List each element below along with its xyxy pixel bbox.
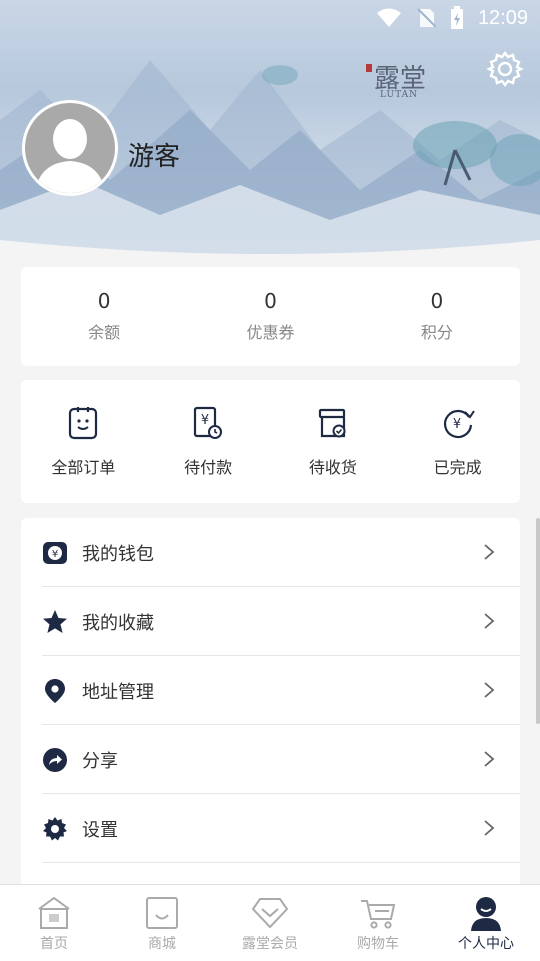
- stat-value: 0: [430, 289, 444, 313]
- wifi-icon: [376, 8, 401, 27]
- menu-item-label: 我的钱包: [82, 544, 154, 565]
- brand-seal: [366, 64, 372, 72]
- yen-bill-clock-icon: ¥: [194, 406, 223, 439]
- stat-value: 0: [264, 289, 277, 313]
- stat-label: 积分: [420, 323, 453, 342]
- scrollbar[interactable]: [536, 518, 540, 724]
- order-pending-payment-button[interactable]: ¥ 待付款: [146, 380, 271, 503]
- brand-logo: 露堂 LUTAN: [366, 58, 438, 102]
- menu-item-settings[interactable]: 设置: [21, 794, 520, 863]
- menu-item-favorites[interactable]: 我的收藏: [21, 587, 520, 656]
- order-label: 全部订单: [51, 458, 116, 477]
- star-icon: [43, 610, 67, 633]
- bottom-tab-bar: 首页 商城 露堂会员 购物车 个人中心: [0, 884, 540, 961]
- menu-item-label: 地址管理: [82, 682, 154, 703]
- account-stats-card: 0 余额 0 优惠券 0 积分: [21, 267, 520, 366]
- stat-label: 余额: [88, 323, 121, 342]
- yen-refresh-icon: ¥: [443, 409, 475, 439]
- tab-cart[interactable]: 购物车: [324, 885, 432, 961]
- gear-icon: [43, 817, 67, 841]
- chevron-right-icon: [484, 751, 495, 767]
- chevron-right-icon: [484, 820, 495, 836]
- battery-charging-icon: [450, 6, 463, 29]
- stat-label: 优惠券: [246, 323, 295, 342]
- order-completed-button[interactable]: ¥ 已完成: [395, 380, 520, 503]
- order-label: 已完成: [433, 458, 482, 477]
- home-icon: [38, 896, 70, 929]
- tab-home[interactable]: 首页: [0, 885, 108, 961]
- order-all-button[interactable]: 全部订单: [21, 380, 146, 503]
- stat-points[interactable]: 0 积分: [354, 267, 520, 366]
- tab-label: 首页: [40, 936, 68, 952]
- tab-label: 个人中心: [458, 936, 514, 952]
- menu-item-label: 分享: [82, 751, 118, 772]
- username[interactable]: 游客: [128, 136, 180, 173]
- menu-card: ¥ 我的钱包 我的收藏 地址管理 分享 设置: [21, 518, 520, 888]
- location-pin-icon: [45, 679, 65, 703]
- tab-label: 购物车: [357, 936, 399, 952]
- stat-balance[interactable]: 0 余额: [21, 267, 187, 366]
- tab-label: 商城: [148, 936, 176, 952]
- stat-coupons[interactable]: 0 优惠券: [187, 267, 353, 366]
- order-label: 待付款: [184, 458, 233, 477]
- svg-text:¥: ¥: [201, 413, 209, 428]
- chevron-right-icon: [484, 544, 495, 560]
- status-bar: 12:09: [0, 0, 540, 36]
- menu-item-share[interactable]: 分享: [21, 725, 520, 794]
- no-sim-icon: [417, 8, 436, 28]
- brand-name-en: LUTAN: [380, 90, 418, 100]
- order-pending-receipt-button[interactable]: 待收货: [271, 380, 396, 503]
- menu-item-address[interactable]: 地址管理: [21, 656, 520, 725]
- avatar[interactable]: [22, 100, 118, 196]
- share-arrow-icon: [43, 748, 67, 772]
- user-silhouette-icon: [35, 119, 105, 193]
- cart-icon: [361, 900, 396, 929]
- box-check-icon: [318, 408, 346, 438]
- divider: [42, 862, 520, 863]
- orders-card: 全部订单 ¥ 待付款 待收货 ¥ 已完成: [21, 380, 520, 503]
- clock: 12:09: [477, 6, 528, 29]
- tab-membership[interactable]: 露堂会员: [216, 885, 324, 961]
- chevron-right-icon: [484, 613, 495, 629]
- diamond-icon: [251, 898, 289, 929]
- stat-value: 0: [97, 289, 111, 313]
- person-icon: [471, 897, 501, 931]
- shopping-bag-icon: [146, 897, 178, 929]
- profile-header: 12:09 露堂 LUTAN 游客: [0, 0, 540, 262]
- tab-profile[interactable]: 个人中心: [432, 885, 540, 961]
- menu-item-label: 我的收藏: [82, 613, 154, 634]
- order-label: 待收货: [308, 458, 357, 477]
- menu-item-label: 设置: [82, 820, 118, 841]
- tab-label: 露堂会员: [242, 936, 298, 952]
- tab-shop[interactable]: 商城: [108, 885, 216, 961]
- svg-text:¥: ¥: [452, 417, 460, 432]
- chevron-right-icon: [484, 682, 495, 698]
- wallet-icon: ¥: [43, 542, 67, 564]
- menu-item-wallet[interactable]: ¥ 我的钱包: [21, 518, 520, 587]
- clipboard-face-icon: [69, 407, 98, 440]
- settings-gear-icon[interactable]: [486, 50, 524, 88]
- svg-text:¥: ¥: [52, 549, 58, 560]
